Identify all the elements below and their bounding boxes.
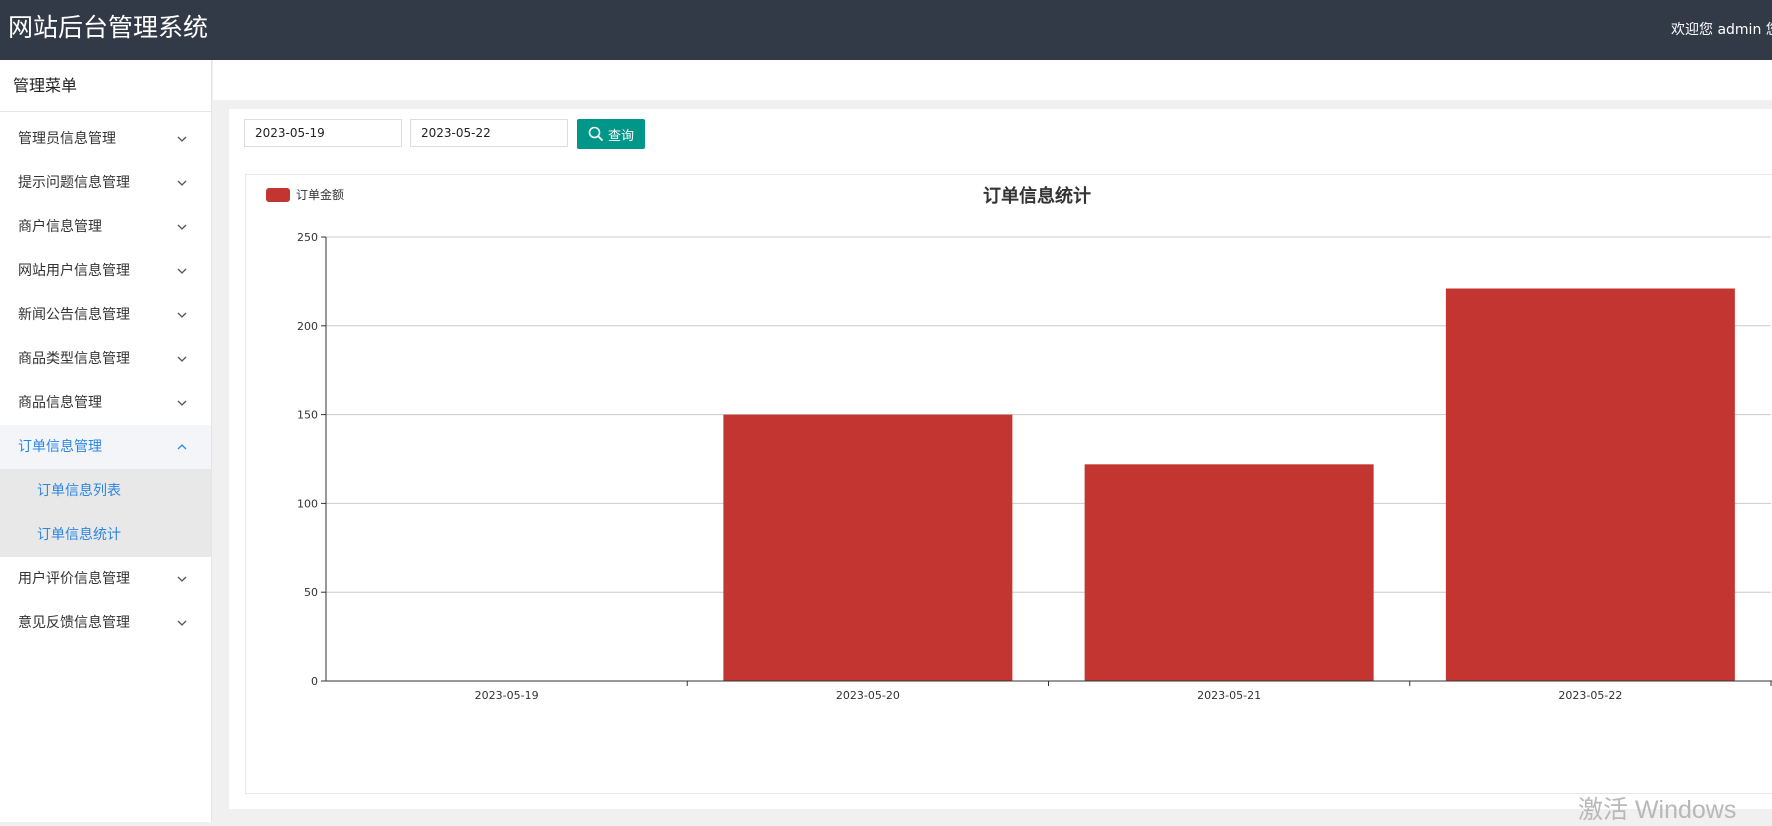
x-tick-label: 2023-05-19 [475, 689, 539, 702]
bar-2023-05-21[interactable] [1084, 464, 1374, 681]
y-tick-label: 50 [304, 586, 318, 599]
search-icon [588, 126, 604, 142]
chevron-down-icon [177, 180, 187, 186]
top-tab-bar [213, 60, 1772, 100]
sidebar-item-user-review[interactable]: 用户评价信息管理 [0, 557, 211, 601]
content-panel: 查询 0 50 100 150 200 250 2023-05-19 2023-05-20 20… [229, 109, 1772, 809]
sidebar-item-label: 商户信息管理 [18, 219, 102, 235]
app-title: 网站后台管理系统 [8, 13, 209, 42]
sidebar-item-news[interactable]: 新闻公告信息管理 [0, 293, 211, 337]
end-date-input[interactable] [410, 119, 568, 147]
sidebar-item-label: 商品类型信息管理 [18, 351, 130, 367]
sidebar-item-product[interactable]: 商品信息管理 [0, 381, 211, 425]
bar-2023-05-20[interactable] [723, 414, 1013, 681]
search-button[interactable]: 查询 [577, 119, 645, 149]
sidebar-item-product-type[interactable]: 商品类型信息管理 [0, 337, 211, 381]
chevron-down-icon [177, 576, 187, 582]
chevron-down-icon [177, 268, 187, 274]
y-tick-label: 100 [297, 497, 318, 510]
top-header: 网站后台管理系统 欢迎您 admin 您 [0, 0, 1772, 60]
sidebar-menu: 管理员信息管理 提示问题信息管理 商户信息管理 网站用户信息管理 新闻公告信息管… [0, 117, 211, 645]
legend-label[interactable]: 订单金额 [296, 187, 344, 202]
welcome-text: 欢迎您 admin 您 [1671, 22, 1772, 38]
chevron-down-icon [177, 312, 187, 318]
sidebar-item-merchant[interactable]: 商户信息管理 [0, 205, 211, 249]
sidebar-item-feedback[interactable]: 意见反馈信息管理 [0, 601, 211, 645]
search-button-label: 查询 [607, 128, 634, 144]
sidebar-item-label: 意见反馈信息管理 [18, 615, 130, 631]
y-tick-label: 250 [297, 231, 318, 244]
windows-activation-watermark: 激活 Windows [1578, 796, 1737, 824]
chart-title: 订单信息统计 [983, 185, 1091, 207]
menu-title: 管理菜单 [0, 60, 211, 112]
sidebar-item-label: 用户评价信息管理 [18, 571, 130, 587]
chevron-down-icon [177, 620, 187, 626]
chevron-down-icon [177, 400, 187, 406]
sidebar-item-label: 新闻公告信息管理 [18, 307, 130, 323]
chevron-up-icon [177, 444, 187, 450]
bar-2023-05-22[interactable] [1445, 288, 1735, 681]
order-amount-chart: 0 50 100 150 200 250 2023-05-19 2023-05-20 2023-… [266, 185, 1772, 702]
x-tick-label: 2023-05-20 [836, 689, 900, 702]
start-date-input[interactable] [244, 119, 402, 147]
sidebar-item-label: 提示问题信息管理 [18, 175, 130, 191]
sidebar-subitem-order-stats[interactable]: 订单信息统计 [0, 513, 211, 557]
chart-container: 0 50 100 150 200 250 2023-05-19 2023-05-20 2023-… [245, 174, 1772, 794]
chevron-down-icon [177, 224, 187, 230]
sidebar-item-label: 网站用户信息管理 [18, 263, 130, 279]
sidebar: 管理菜单 管理员信息管理 提示问题信息管理 商户信息管理 网站用户信息管理 新闻… [0, 60, 212, 822]
sidebar-subitem-order-list[interactable]: 订单信息列表 [0, 469, 211, 513]
y-tick-label: 150 [297, 409, 318, 422]
sidebar-item-label: 管理员信息管理 [18, 131, 116, 147]
sidebar-item-admin[interactable]: 管理员信息管理 [0, 117, 211, 161]
x-tick-label: 2023-05-22 [1558, 689, 1622, 702]
chevron-down-icon [177, 136, 187, 142]
y-tick-label: 0 [311, 675, 318, 688]
sidebar-item-order[interactable]: 订单信息管理 [0, 425, 211, 469]
x-tick-label: 2023-05-21 [1197, 689, 1261, 702]
sidebar-item-hint-question[interactable]: 提示问题信息管理 [0, 161, 211, 205]
sidebar-item-label: 订单信息管理 [18, 439, 102, 455]
sidebar-item-site-user[interactable]: 网站用户信息管理 [0, 249, 211, 293]
legend-swatch[interactable] [266, 188, 290, 202]
chevron-down-icon [177, 356, 187, 362]
y-tick-label: 200 [297, 320, 318, 333]
sidebar-item-label: 商品信息管理 [18, 395, 102, 411]
order-submenu: 订单信息列表 订单信息统计 [0, 469, 211, 557]
